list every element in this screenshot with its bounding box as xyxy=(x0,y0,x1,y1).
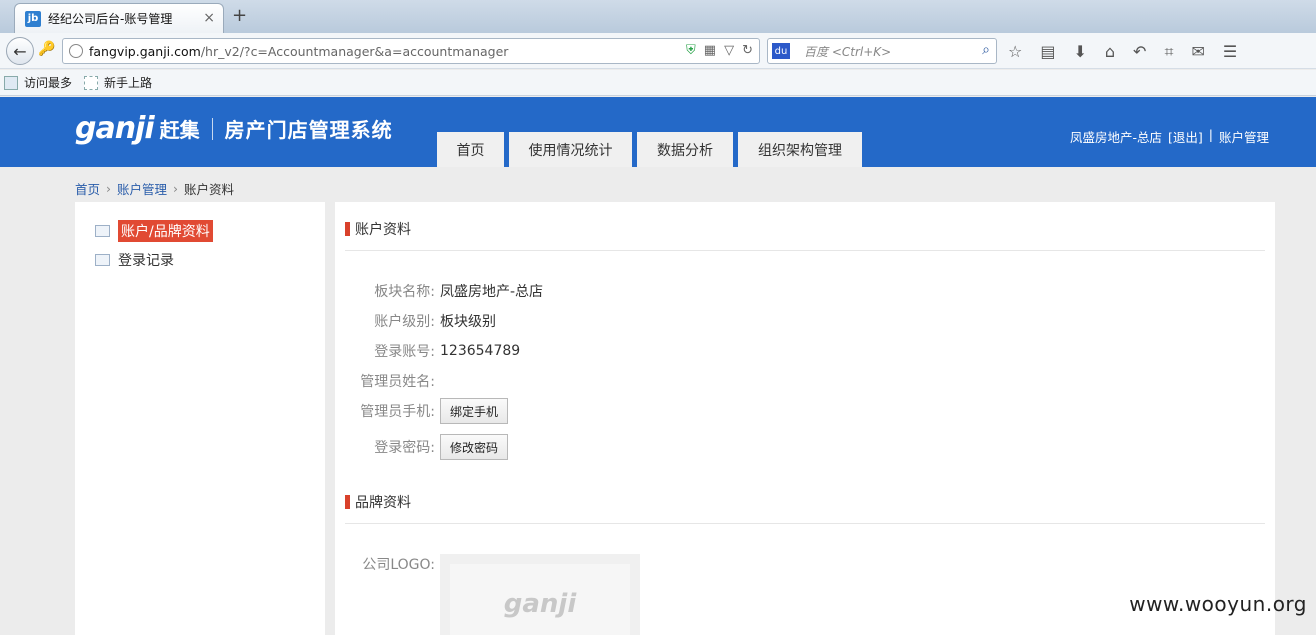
nav-data-analysis[interactable]: 数据分析 xyxy=(637,132,733,167)
site-favicon-icon: jb xyxy=(25,10,41,27)
field-row-account-level: 账户级别: 板块级别 xyxy=(335,310,1035,332)
sidebar-item-login-records[interactable]: 登录记录 xyxy=(95,250,174,270)
page-icon xyxy=(84,75,99,90)
bookmark-label: 访问最多 xyxy=(24,76,73,90)
bookmark-most-visited[interactable]: 访问最多 xyxy=(4,74,72,91)
sidebar-item-label: 账户/品牌资料 xyxy=(118,220,213,242)
breadcrumb-account-management[interactable]: 账户管理 xyxy=(117,179,167,198)
download-icon[interactable]: ⬇ xyxy=(1073,42,1086,62)
new-tab-button[interactable]: + xyxy=(232,5,247,26)
bookmarks-bar: 访问最多 新手上路 xyxy=(0,70,1316,96)
reading-list-icon[interactable]: ▤ xyxy=(1040,42,1055,62)
main-content: 账户资料 板块名称: 凤盛房地产-总店 账户级别: 板块级别 登录账号: 123… xyxy=(335,202,1275,635)
id-card-icon xyxy=(95,225,110,237)
logout-link[interactable]: [退出] xyxy=(1168,127,1203,146)
undo-icon[interactable]: ↶ xyxy=(1133,42,1146,62)
field-row-admin-name: 管理员姓名: xyxy=(335,370,1035,392)
crop-icon[interactable]: ⌗ xyxy=(1164,42,1173,62)
globe-icon xyxy=(69,44,83,58)
dropdown-icon[interactable]: ▽ xyxy=(724,43,734,58)
logo-mark: ganji xyxy=(75,111,155,146)
site-header: ganji 赶集 房产门店管理系统 首页 使用情况统计 数据分析 组织架构管理 … xyxy=(0,97,1316,167)
url-host: fangvip.ganji.com xyxy=(89,43,201,59)
tab-title: 经纪公司后台-账号管理 xyxy=(48,12,173,26)
field-value: 板块级别 xyxy=(440,314,496,330)
field-label: 管理员姓名: xyxy=(360,374,435,390)
field-label: 账户级别: xyxy=(374,314,435,330)
close-tab-icon[interactable]: × xyxy=(203,10,215,26)
browser-tab-bar: jb 经纪公司后台-账号管理 × + xyxy=(0,0,1316,33)
field-label: 登录密码: xyxy=(374,440,435,456)
bookmark-getting-started[interactable]: 新手上路 xyxy=(84,74,152,91)
url-bar[interactable]: fangvip.ganji.com/hr_v2/?c=Accountmanage… xyxy=(62,38,760,64)
brand-section-title: 品牌资料 xyxy=(345,492,411,512)
logo-cn: 赶集 xyxy=(159,118,200,142)
change-password-button[interactable]: 修改密码 xyxy=(440,434,509,460)
bookmark-label: 新手上路 xyxy=(104,76,153,90)
qrcode-icon[interactable]: ▦ xyxy=(704,43,716,58)
menu-icon[interactable]: ☰ xyxy=(1223,42,1237,62)
bookmark-icon xyxy=(4,75,18,90)
breadcrumb-current: 账户资料 xyxy=(184,182,235,197)
section-title-text: 品牌资料 xyxy=(355,495,411,511)
system-name: 房产门店管理系统 xyxy=(224,118,393,142)
title-marker xyxy=(345,495,350,509)
url-path: /hr_v2/?c=Accountmanager&a=accountmanage… xyxy=(200,43,509,59)
search-bar[interactable]: du 百度 <Ctrl+K> ⌕ xyxy=(767,38,997,64)
field-row-login-password: 登录密码: 修改密码 xyxy=(335,434,1035,460)
field-row-admin-phone: 管理员手机: 绑定手机 xyxy=(335,398,1035,424)
search-icon[interactable]: ⌕ xyxy=(982,42,990,58)
search-placeholder: 百度 <Ctrl+K> xyxy=(804,44,892,59)
sidebar-item-label: 登录记录 xyxy=(118,253,174,269)
chevron-right-icon: › xyxy=(106,181,112,196)
browser-tab[interactable]: jb 经纪公司后台-账号管理 × xyxy=(14,3,224,33)
reload-icon[interactable]: ↻ xyxy=(742,43,753,58)
back-button[interactable]: ← xyxy=(6,37,34,65)
home-icon[interactable]: ⌂ xyxy=(1105,42,1115,62)
sidebar-item-account-brand[interactable]: 账户/品牌资料 xyxy=(95,220,213,242)
chevron-right-icon: › xyxy=(173,181,179,196)
main-nav: 首页 使用情况统计 数据分析 组织架构管理 xyxy=(437,132,862,167)
nav-org-management[interactable]: 组织架构管理 xyxy=(738,132,862,167)
logo-divider xyxy=(211,117,213,140)
field-label: 公司LOGO: xyxy=(362,557,435,573)
nav-usage-stats[interactable]: 使用情况统计 xyxy=(509,132,632,167)
login-icon xyxy=(95,254,110,266)
breadcrumb: 首页 › 账户管理 › 账户资料 xyxy=(75,179,234,198)
field-label: 登录账号: xyxy=(374,344,435,360)
section-title-text: 账户资料 xyxy=(355,222,411,238)
watermark-text: www.wooyun.org xyxy=(1129,592,1307,616)
field-row-block-name: 板块名称: 凤盛房地产-总店 xyxy=(335,280,1035,302)
breadcrumb-home[interactable]: 首页 xyxy=(75,179,100,198)
field-value: 凤盛房地产-总店 xyxy=(440,284,544,300)
section-divider xyxy=(345,250,1265,251)
user-links-divider: | xyxy=(1208,127,1213,142)
title-marker xyxy=(345,222,350,236)
site-logo[interactable]: ganji 赶集 房产门店管理系统 xyxy=(75,111,393,146)
field-row-login-account: 登录账号: 123654789 xyxy=(335,340,1035,362)
section-divider xyxy=(345,523,1265,524)
nav-home[interactable]: 首页 xyxy=(437,132,504,167)
user-name: 凤盛房地产-总店 xyxy=(1069,130,1162,145)
key-icon: 🔑 xyxy=(38,41,56,57)
user-links: 凤盛房地产-总店 [退出] | 账户管理 xyxy=(1070,127,1269,146)
bookmark-star-icon[interactable]: ☆ xyxy=(1008,42,1022,62)
account-section-title: 账户资料 xyxy=(345,219,411,239)
shield-icon[interactable]: ⛨ xyxy=(686,43,696,58)
baidu-icon[interactable]: du xyxy=(772,43,790,59)
account-management-link[interactable]: 账户管理 xyxy=(1219,127,1269,146)
field-value: 123654789 xyxy=(440,343,521,359)
chat-icon[interactable]: ✉ xyxy=(1191,42,1204,62)
logo-placeholder: ganji xyxy=(450,564,630,635)
bind-phone-button[interactable]: 绑定手机 xyxy=(440,398,509,424)
browser-nav-bar: ← 🔑 fangvip.ganji.com/hr_v2/?c=Accountma… xyxy=(0,33,1316,69)
sidebar: 账户/品牌资料 登录记录 xyxy=(75,202,325,635)
company-logo-image[interactable]: ganji xyxy=(440,554,640,635)
field-label: 管理员手机: xyxy=(360,404,435,420)
field-label: 板块名称: xyxy=(374,284,435,300)
